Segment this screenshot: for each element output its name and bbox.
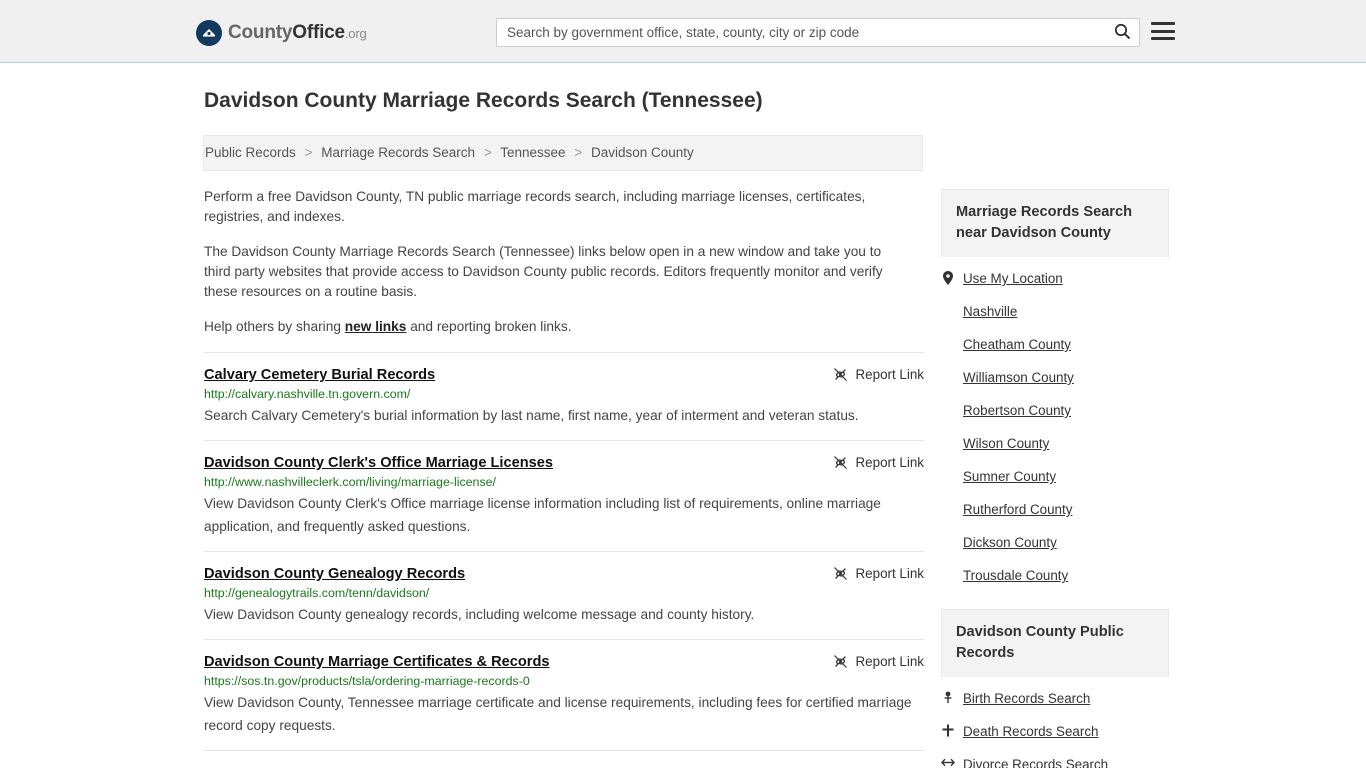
result-item: Davidson County Marriage Certificates & … (204, 639, 924, 750)
result-description: Search Calvary Cemetery's burial informa… (204, 408, 859, 423)
sidebar-item-birth-records-search[interactable]: Birth Records Search (941, 691, 1169, 706)
result-title-link[interactable]: Davidson County Clerk's Office Marriage … (204, 455, 553, 471)
menu-bar-2 (1151, 29, 1175, 33)
sidebar-item-label: Williamson County (963, 370, 1074, 385)
result-item-divider (204, 750, 924, 751)
baby-icon (941, 691, 955, 705)
intro-paragraph-1: Perform a free Davidson County, TN publi… (204, 189, 866, 224)
logo-county: County (228, 22, 293, 43)
sidebar-item-cheatham-county[interactable]: Cheatham County (941, 337, 1169, 352)
sidebar-item-williamson-county[interactable]: Williamson County (941, 370, 1169, 385)
sidebar-panel-title-public-records: Davidson County Public Records (941, 609, 1169, 677)
hamburger-menu-icon[interactable] (1151, 20, 1175, 42)
broken-link-icon (833, 654, 848, 669)
result-url: http://www.nashvilleclerk.com/living/mar… (204, 475, 496, 489)
breadcrumb-item-public-records[interactable]: Public Records (205, 145, 296, 160)
search-bar[interactable] (496, 18, 1140, 47)
help-suffix: and reporting broken links. (406, 319, 572, 334)
sidebar-item-divorce-records-search[interactable]: Divorce Records Search (941, 757, 1169, 768)
sidebar-item-label: Divorce Records Search (963, 757, 1109, 768)
result-item: Davidson County Clerk's Office Marriage … (204, 440, 924, 551)
report-link-button[interactable]: Report Link (833, 367, 924, 382)
report-link-button[interactable]: Report Link (833, 654, 924, 669)
breadcrumb-item-marriage-records-search[interactable]: Marriage Records Search (321, 145, 475, 160)
county-office-logo-icon (196, 20, 222, 46)
report-link-label: Report Link (855, 367, 924, 382)
breadcrumb-separator: > (483, 145, 492, 160)
breadcrumb-item-davidson-county: Davidson County (590, 145, 694, 160)
sidebar-item-sumner-county[interactable]: Sumner County (941, 469, 1169, 484)
sidebar-item-wilson-county[interactable]: Wilson County (941, 436, 1169, 451)
sidebar-nearby-list: Use My Location Nashville Cheatham Count… (941, 257, 1169, 609)
breadcrumb: Public Records > Marriage Records Search… (203, 135, 923, 171)
result-title-link[interactable]: Davidson County Genealogy Records (204, 566, 465, 582)
help-paragraph: Help others by sharing new links and rep… (204, 317, 904, 337)
result-description: View Davidson County Clerk's Office marr… (204, 496, 881, 534)
sidebar-item-label: Nashville (963, 304, 1018, 319)
breadcrumb-separator: > (574, 145, 583, 160)
result-title-link[interactable]: Calvary Cemetery Burial Records (204, 367, 435, 383)
sidebar-item-label: Trousdale County (963, 568, 1069, 583)
site-logo[interactable]: CountyOffice.org (196, 20, 367, 46)
sidebar-item-use-my-location[interactable]: Use My Location (941, 271, 1169, 286)
new-links-link[interactable]: new links (345, 319, 407, 334)
sidebar-item-label: Robertson County (963, 403, 1071, 418)
logo-text: CountyOffice.org (228, 22, 367, 44)
sidebar-panel-title-nearby: Marriage Records Search near Davidson Co… (941, 189, 1169, 257)
sidebar-item-nashville[interactable]: Nashville (941, 304, 1169, 319)
site-header: CountyOffice.org (0, 0, 1366, 63)
help-prefix: Help others by sharing (204, 319, 345, 334)
map-pin-icon (941, 271, 955, 285)
search-icon (1114, 23, 1131, 43)
page-title: Davidson County Marriage Records Search … (204, 89, 763, 112)
result-url: http://genealogytrails.com/tenn/davidson… (204, 586, 430, 600)
menu-bar-3 (1151, 37, 1175, 40)
intro-paragraph-2: The Davidson County Marriage Records Sea… (204, 244, 883, 299)
arrows-icon (941, 757, 955, 768)
sidebar-public-records-list: Birth Records Search Death Records Searc… (941, 677, 1169, 768)
sidebar-item-label: Cheatham County (963, 337, 1071, 352)
menu-bar-1 (1151, 22, 1175, 25)
sidebar-item-label: Wilson County (963, 436, 1050, 451)
main-content: Davidson County Marriage Records Search … (203, 89, 924, 751)
result-title-link[interactable]: Davidson County Marriage Certificates & … (204, 654, 549, 670)
breadcrumb-item-tennessee[interactable]: Tennessee (500, 145, 565, 160)
breadcrumb-separator: > (304, 145, 313, 160)
report-link-button[interactable]: Report Link (833, 566, 924, 581)
result-description: View Davidson County, Tennessee marriage… (204, 695, 912, 733)
broken-link-icon (833, 367, 848, 382)
search-input[interactable] (497, 25, 1105, 40)
sidebar-item-rutherford-county[interactable]: Rutherford County (941, 502, 1169, 517)
sidebar-item-death-records-search[interactable]: Death Records Search (941, 724, 1169, 739)
search-button[interactable] (1105, 20, 1139, 45)
sidebar: Marriage Records Search near Davidson Co… (941, 189, 1169, 768)
broken-link-icon (833, 566, 848, 581)
sidebar-item-label: Birth Records Search (963, 691, 1091, 706)
sidebar-item-label: Rutherford County (963, 502, 1073, 517)
result-item: Davidson County Genealogy Records http:/… (204, 551, 924, 639)
cross-icon (941, 724, 955, 737)
result-url: http://calvary.nashville.tn.govern.com/ (204, 387, 411, 401)
logo-suffix: .org (344, 26, 367, 41)
broken-link-icon (833, 455, 848, 470)
report-link-label: Report Link (855, 654, 924, 669)
logo-office: Office (292, 22, 345, 43)
sidebar-item-label: Dickson County (963, 535, 1057, 550)
sidebar-item-trousdale-county[interactable]: Trousdale County (941, 568, 1169, 583)
result-item: Calvary Cemetery Burial Records http://c… (204, 352, 924, 440)
sidebar-item-label: Death Records Search (963, 724, 1099, 739)
report-link-label: Report Link (855, 455, 924, 470)
sidebar-item-dickson-county[interactable]: Dickson County (941, 535, 1169, 550)
result-description: View Davidson County genealogy records, … (204, 607, 755, 622)
report-link-button[interactable]: Report Link (833, 455, 924, 470)
sidebar-item-label: Use My Location (963, 271, 1063, 286)
report-link-label: Report Link (855, 566, 924, 581)
sidebar-item-label: Sumner County (963, 469, 1057, 484)
result-url: https://sos.tn.gov/products/tsla/orderin… (204, 674, 530, 688)
sidebar-item-robertson-county[interactable]: Robertson County (941, 403, 1169, 418)
